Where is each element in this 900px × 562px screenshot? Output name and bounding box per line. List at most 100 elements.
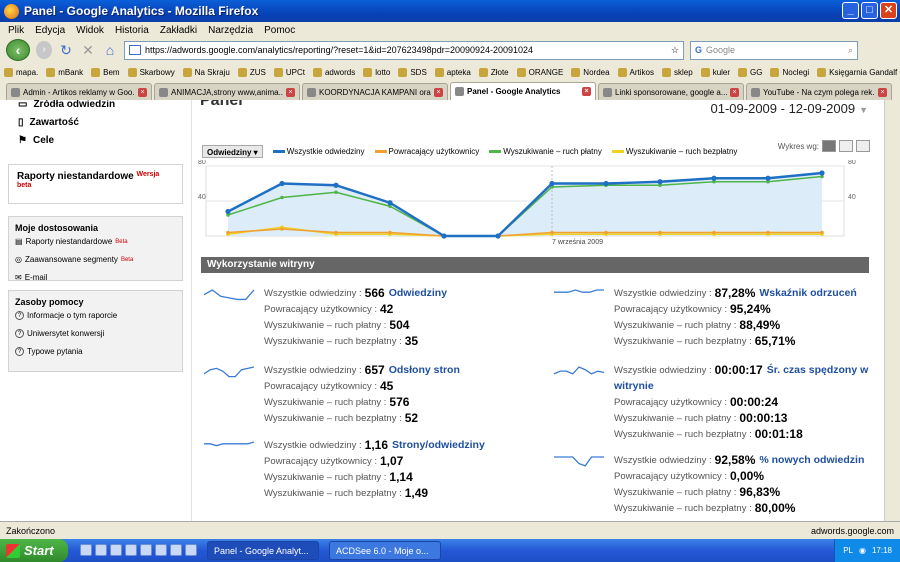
help-item-info[interactable]: ? Informacje o tym raporcie xyxy=(15,311,176,320)
quicklaunch-icon[interactable] xyxy=(140,543,152,556)
quicklaunch-icon[interactable] xyxy=(185,543,197,556)
data-point[interactable] xyxy=(225,208,231,215)
tab-close-icon[interactable]: × xyxy=(434,87,443,97)
quicklaunch-icon[interactable] xyxy=(80,543,92,556)
data-point[interactable] xyxy=(334,230,338,235)
menu-edycja[interactable]: Edycja xyxy=(35,25,65,36)
data-point[interactable] xyxy=(441,233,447,239)
bookmark-item[interactable]: kuler xyxy=(700,67,730,77)
tab-close-icon[interactable]: × xyxy=(878,87,887,97)
home-icon[interactable]: ⌂ xyxy=(102,42,118,58)
bookmark-item[interactable]: Artikos xyxy=(617,67,654,77)
bookmark-item[interactable]: mapa. xyxy=(4,67,38,77)
language-indicator[interactable]: PL xyxy=(843,546,853,555)
metric-name-link[interactable]: Wskaźnik odrzuceń xyxy=(759,287,856,299)
bookmark-item[interactable]: mBank xyxy=(46,67,83,77)
metric-dropdown[interactable]: Odwiedziny ▾ xyxy=(202,144,263,158)
metric-name-link[interactable]: Odsłony stron xyxy=(389,364,460,376)
data-point[interactable] xyxy=(765,175,771,181)
bookmark-item[interactable]: sklep xyxy=(662,67,693,77)
menu-zakladki[interactable]: Zakładki xyxy=(160,25,197,36)
menu-narzedzia[interactable]: Narzędzia xyxy=(208,25,253,36)
data-point[interactable] xyxy=(603,180,609,187)
data-point[interactable] xyxy=(226,230,230,235)
data-point[interactable] xyxy=(820,230,824,235)
sidebar-item-zrodla[interactable]: ▭ Źródła odwiedzin xyxy=(18,100,191,114)
browser-tab[interactable]: KOORDYNACJA KAMPANI ora... × xyxy=(302,83,448,100)
quicklaunch-icon[interactable] xyxy=(155,543,167,556)
bookmark-item[interactable]: lotto xyxy=(363,67,390,77)
browser-tab[interactable]: Panel - Google Analytics × xyxy=(450,82,596,100)
address-bar[interactable]: https://adwords.google.com/analytics/rep… xyxy=(124,40,684,60)
custom-reports-link[interactable]: Raporty niestandardowe xyxy=(17,171,134,182)
quicklaunch-icon[interactable] xyxy=(125,543,137,556)
quicklaunch-icon[interactable] xyxy=(95,543,107,556)
moje-item-email[interactable]: ✉ E-mail xyxy=(15,273,176,282)
data-point[interactable] xyxy=(550,230,554,235)
data-point[interactable] xyxy=(819,170,825,176)
menu-historia[interactable]: Historia xyxy=(115,25,149,36)
graph-day-button[interactable] xyxy=(822,140,836,152)
bookmark-item[interactable]: adwords xyxy=(312,67,355,77)
data-point[interactable] xyxy=(387,200,393,206)
graph-month-button[interactable] xyxy=(856,140,870,152)
moje-item-raporty[interactable]: ▤ Raporty niestandardowe Beta xyxy=(15,237,176,246)
bookmark-item[interactable]: Złote xyxy=(478,67,509,77)
menu-widok[interactable]: Widok xyxy=(76,25,104,36)
sidebar-item-cele[interactable]: ⚑ Cele xyxy=(18,132,191,150)
data-point[interactable] xyxy=(658,230,662,235)
data-point[interactable] xyxy=(657,179,663,185)
vertical-scrollbar[interactable] xyxy=(884,100,900,521)
data-point[interactable] xyxy=(334,190,338,195)
taskbar-item-acdsee[interactable]: ACDSee 6.0 - Moje o... xyxy=(329,541,441,560)
bookmark-item[interactable]: GG xyxy=(738,67,762,77)
data-point[interactable] xyxy=(495,233,501,239)
browser-tab[interactable]: Admin - Artikos reklamy w Goo... × xyxy=(6,83,152,100)
browser-tab[interactable]: Linki sponsorowane, google a... × xyxy=(598,83,744,100)
moje-item-segmenty[interactable]: ◎ Zaawansowane segmenty Beta xyxy=(15,255,176,264)
tab-close-icon[interactable]: × xyxy=(286,87,295,97)
bookmark-item[interactable]: Na Skraju xyxy=(182,67,230,77)
data-point[interactable] xyxy=(766,230,770,235)
stop-icon[interactable]: ✕ xyxy=(80,42,96,58)
minimize-button[interactable]: _ xyxy=(842,2,859,19)
start-button[interactable]: Start xyxy=(0,539,68,562)
custom-reports-box[interactable]: Raporty niestandardowe Wersja beta xyxy=(8,164,183,204)
quicklaunch-icon[interactable] xyxy=(170,543,182,556)
search-box[interactable]: G Google ⌕ xyxy=(690,40,858,60)
data-point[interactable] xyxy=(388,230,392,235)
data-point[interactable] xyxy=(549,180,555,187)
search-magnifier-icon[interactable]: ⌕ xyxy=(848,45,853,56)
bookmark-item[interactable]: apteka xyxy=(434,67,471,77)
bookmark-item[interactable]: ZUS xyxy=(237,67,266,77)
data-point[interactable] xyxy=(333,182,339,188)
tray-icon[interactable]: ◉ xyxy=(859,546,866,555)
bookmark-item[interactable]: ORANGE xyxy=(516,67,563,77)
reload-icon[interactable]: ↻ xyxy=(58,42,74,58)
data-point[interactable] xyxy=(604,230,608,235)
menu-pomoc[interactable]: Pomoc xyxy=(264,25,295,36)
metric-name-link[interactable]: witrynie xyxy=(614,380,654,392)
bookmark-item[interactable]: Bem xyxy=(91,67,120,77)
data-point[interactable] xyxy=(712,230,716,235)
bookmark-item[interactable]: Skarbowy xyxy=(127,67,175,77)
bookmark-item[interactable]: SDS xyxy=(398,67,427,77)
bookmark-star-icon[interactable]: ☆ xyxy=(671,45,679,56)
back-button[interactable]: ‹ xyxy=(6,39,30,61)
quicklaunch-icon[interactable] xyxy=(110,543,122,556)
tab-close-icon[interactable]: × xyxy=(730,87,739,97)
forward-button[interactable]: › xyxy=(36,41,52,59)
graph-week-button[interactable] xyxy=(839,140,853,152)
bookmark-item[interactable]: Księgarnia Gandalf xyxy=(817,67,897,77)
help-item-university[interactable]: ? Uniwersytet konwersji xyxy=(15,329,176,338)
tab-close-icon[interactable]: × xyxy=(138,87,147,97)
metric-name-link[interactable]: Śr. czas spędzony w xyxy=(767,364,869,376)
browser-tab[interactable]: YouTube - Na czym polega rek... × xyxy=(746,83,892,100)
taskbar-item-firefox[interactable]: Panel - Google Analyt... xyxy=(207,541,319,560)
metric-name-link[interactable]: % nowych odwiedzin xyxy=(759,454,864,466)
data-point[interactable] xyxy=(711,175,717,181)
data-point[interactable] xyxy=(279,180,285,187)
browser-tab[interactable]: ANIMACJA,strony www,anima... × xyxy=(154,83,300,100)
metric-name-link[interactable]: Odwiedziny xyxy=(389,287,447,299)
help-item-faq[interactable]: ? Typowe pytania xyxy=(15,347,176,356)
